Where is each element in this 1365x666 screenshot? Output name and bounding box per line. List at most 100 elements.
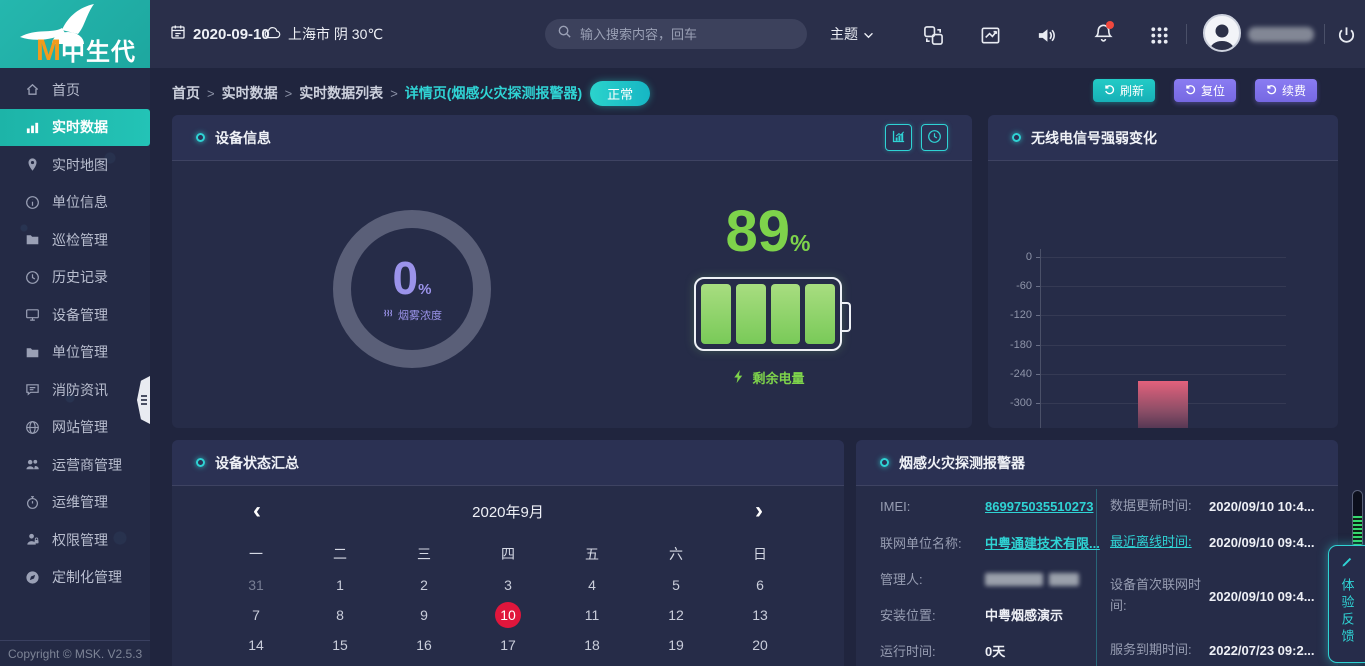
report-chart-icon[interactable] <box>978 23 1002 47</box>
apps-grid-icon[interactable] <box>1147 23 1171 47</box>
sidebar-item-1[interactable]: 实时数据 <box>0 109 150 147</box>
notification-badge <box>1106 21 1114 29</box>
feedback-tab[interactable]: 体验反馈 <box>1328 545 1365 663</box>
calendar-day[interactable]: 31 <box>243 572 269 598</box>
detail-value[interactable]: 869975035510273 <box>985 499 1093 514</box>
user-avatar[interactable] <box>1203 14 1241 52</box>
theme-label: 主题 <box>830 24 858 44</box>
globe-icon <box>24 419 40 435</box>
detail-label: 数据更新时间: <box>1110 496 1209 517</box>
device-info-card: 设备信息 0% 烟雾浓度 89% 剩余电量 <box>172 115 972 428</box>
y-tick-label: -180 <box>992 339 1032 351</box>
calendar-day[interactable]: 12 <box>663 602 689 628</box>
signal-card-title: 无线电信号强弱变化 <box>1031 128 1157 148</box>
sidebar-item-10[interactable]: 运营商管理 <box>0 446 150 484</box>
battery-label: 剩余电量 <box>752 368 804 387</box>
brand-logo[interactable]: M中生代 <box>0 0 150 68</box>
detail-label: 设备首次联网时间: <box>1110 575 1209 617</box>
sidebar-item-4[interactable]: 巡检管理 <box>0 221 150 259</box>
search-input[interactable] <box>580 27 795 42</box>
signal-card-header: 无线电信号强弱变化 <box>988 115 1338 161</box>
breadcrumb-item-0[interactable]: 首页 <box>172 83 200 103</box>
page-scrollbar-thumb[interactable] <box>1352 490 1363 548</box>
main-content: 首页>实时数据>实时数据列表>详情页(烟感火灾探测报警器) 正常 刷新复位续费 … <box>150 68 1365 666</box>
volume-icon[interactable] <box>1034 23 1058 47</box>
calendar-day[interactable]: 18 <box>579 632 605 658</box>
power-logout-icon[interactable] <box>1334 23 1358 47</box>
calendar-card-header: 设备状态汇总 <box>172 440 844 486</box>
calendar-day[interactable]: 15 <box>327 632 353 658</box>
breadcrumb-items: 首页>实时数据>实时数据列表>详情页(烟感火灾探测报警器) <box>172 83 582 103</box>
detail-row: 最近离线时间:2020/09/10 09:4... <box>1110 524 1330 560</box>
breadcrumb-separator: > <box>207 86 215 101</box>
sidebar-item-9[interactable]: 网站管理 <box>0 409 150 447</box>
calendar-day[interactable]: 2 <box>411 572 437 598</box>
calendar-day[interactable]: 17 <box>495 632 521 658</box>
search-icon <box>557 24 572 44</box>
calendar-day[interactable]: 9 <box>411 602 437 628</box>
calendar-day[interactable]: 13 <box>747 602 773 628</box>
chart-view-button[interactable] <box>885 124 912 151</box>
detail-label: 运行时间: <box>880 641 985 660</box>
sidebar-item-label: 单位信息 <box>52 192 108 212</box>
action-button-2[interactable]: 续费 <box>1255 79 1317 102</box>
screen-switch-icon[interactable] <box>921 23 945 47</box>
calendar-day[interactable]: 14 <box>243 632 269 658</box>
calendar-day[interactable]: 5 <box>663 572 689 598</box>
calendar-day[interactable]: 19 <box>663 632 689 658</box>
detail-row: 服务到期时间:2022/07/23 09:2... <box>1110 632 1330 666</box>
sidebar-item-11[interactable]: 运维管理 <box>0 484 150 522</box>
theme-selector[interactable]: 主题 <box>830 0 874 68</box>
breadcrumb-item-3[interactable]: 详情页(烟感火灾探测报警器) <box>405 83 582 103</box>
action-button-0[interactable]: 刷新 <box>1093 79 1155 102</box>
calendar-day-selected[interactable]: 10 <box>495 602 521 628</box>
calendar-day[interactable]: 3 <box>495 572 521 598</box>
current-date: 2020-09-10 <box>170 0 270 68</box>
detail-value[interactable]: 中粤通建技术有限... <box>985 533 1100 552</box>
calendar-day[interactable]: 11 <box>579 602 605 628</box>
detail-label[interactable]: 最近离线时间: <box>1110 532 1209 553</box>
sidebar-item-8[interactable]: 消防资讯 <box>0 371 150 409</box>
breadcrumb-item-2[interactable]: 实时数据列表 <box>299 83 383 103</box>
calendar-day[interactable]: 8 <box>327 602 353 628</box>
detail-value: 2020/09/10 09:4... <box>1209 589 1315 604</box>
sidebar-item-3[interactable]: 单位信息 <box>0 184 150 222</box>
calendar-day[interactable]: 20 <box>747 632 773 658</box>
action-button-1[interactable]: 复位 <box>1174 79 1236 102</box>
detail-row: 设备首次联网时间:2020/09/10 09:4... <box>1110 560 1330 632</box>
breadcrumb-item-1[interactable]: 实时数据 <box>222 83 278 103</box>
sidebar-item-5[interactable]: 历史记录 <box>0 259 150 297</box>
sidebar-item-label: 权限管理 <box>52 530 108 550</box>
sidebar-item-13[interactable]: 定制化管理 <box>0 559 150 597</box>
calendar-day[interactable]: 1 <box>327 572 353 598</box>
history-view-button[interactable] <box>921 124 948 151</box>
sidebar-item-12[interactable]: 权限管理 <box>0 521 150 559</box>
smoke-label: 烟雾浓度 <box>398 307 442 323</box>
sidebar-item-6[interactable]: 设备管理 <box>0 296 150 334</box>
notification-bell-icon[interactable] <box>1091 23 1115 47</box>
calendar-day[interactable]: 4 <box>579 572 605 598</box>
weather-info: 上海市 阴 30℃ <box>264 0 383 68</box>
calendar-day[interactable]: 6 <box>747 572 773 598</box>
detail-value: 2020/09/10 09:4... <box>1209 535 1315 550</box>
sidebar-item-2[interactable]: 实时地图 <box>0 146 150 184</box>
gridline <box>1040 286 1286 287</box>
breadcrumb-separator: > <box>285 86 293 101</box>
y-tick-label: -60 <box>992 280 1032 292</box>
weather-text: 上海市 阴 30℃ <box>288 24 383 44</box>
detail-card-title: 烟感火灾探测报警器 <box>899 453 1025 473</box>
gridline <box>1040 374 1286 375</box>
sidebar-item-label: 网站管理 <box>52 417 108 437</box>
y-tick-label: -300 <box>992 397 1032 409</box>
sidebar-item-0[interactable]: 首页 <box>0 71 150 109</box>
sidebar-item-7[interactable]: 单位管理 <box>0 334 150 372</box>
calendar-next-button[interactable]: › <box>744 496 774 526</box>
gridline <box>1040 257 1286 258</box>
calendar-day[interactable]: 7 <box>243 602 269 628</box>
calendar-day[interactable]: 16 <box>411 632 437 658</box>
username-redacted <box>1248 27 1314 42</box>
detail-row: IMEI:869975035510273 <box>880 488 1090 524</box>
map-pin-icon <box>24 157 40 173</box>
stopwatch-icon <box>24 494 40 510</box>
battery-value: 89 <box>726 199 791 264</box>
